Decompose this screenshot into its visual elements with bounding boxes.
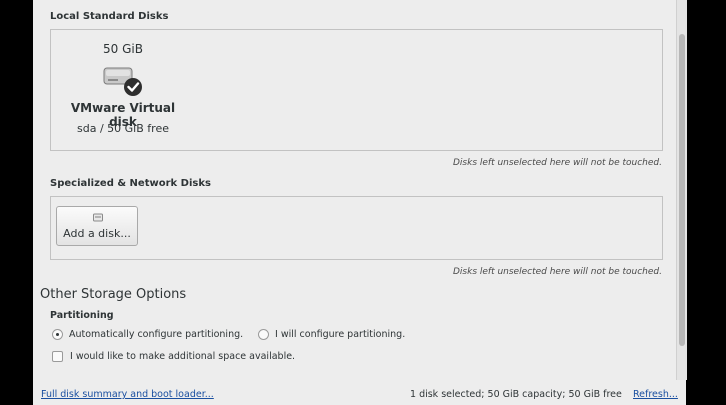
auto-partition-label: Automatically configure partitioning. [69, 329, 244, 340]
manual-partition-radio[interactable]: I will configure partitioning. [258, 329, 405, 340]
other-storage-heading: Other Storage Options [40, 287, 187, 302]
manual-partition-label: I will configure partitioning. [275, 329, 406, 340]
specialized-disks-heading: Specialized & Network Disks [50, 178, 211, 189]
vertical-scrollbar[interactable] [676, 0, 687, 380]
specialized-disks-note: Disks left unselected here will not be t… [452, 267, 662, 277]
scrollbar-thumb[interactable] [679, 34, 685, 346]
local-disks-heading: Local Standard Disks [50, 11, 169, 22]
disk-size: 50 GiB [103, 42, 143, 56]
selection-status: 1 disk selected; 50 GiB capacity; 50 GiB… [410, 389, 622, 400]
partitioning-heading: Partitioning [50, 310, 114, 321]
disk-summary-link[interactable]: Full disk summary and boot loader... [41, 389, 214, 400]
harddisk-icon [93, 213, 103, 222]
radio-button-unchecked[interactable] [258, 329, 269, 340]
additional-space-checkbox[interactable]: I would like to make additional space av… [52, 351, 295, 362]
local-disks-note: Disks left unselected here will not be t… [452, 158, 662, 168]
specialized-disks-box [50, 196, 663, 260]
checkbox-unchecked[interactable] [52, 351, 63, 362]
disk-free-info: sda / 50 GiB free [77, 122, 169, 135]
add-disk-button[interactable]: Add a disk... [56, 206, 138, 246]
additional-space-label: I would like to make additional space av… [70, 351, 296, 362]
refresh-link[interactable]: Refresh... [633, 389, 678, 400]
add-disk-label: Add a disk... [63, 227, 131, 240]
auto-partition-radio[interactable]: Automatically configure partitioning. [52, 329, 243, 340]
radio-button-checked[interactable] [52, 329, 63, 340]
disk-tile-sda[interactable]: 50 GiB VMware Virtual disk sda / 50 GiB … [60, 40, 186, 140]
harddisk-selected-icon [103, 67, 142, 96]
